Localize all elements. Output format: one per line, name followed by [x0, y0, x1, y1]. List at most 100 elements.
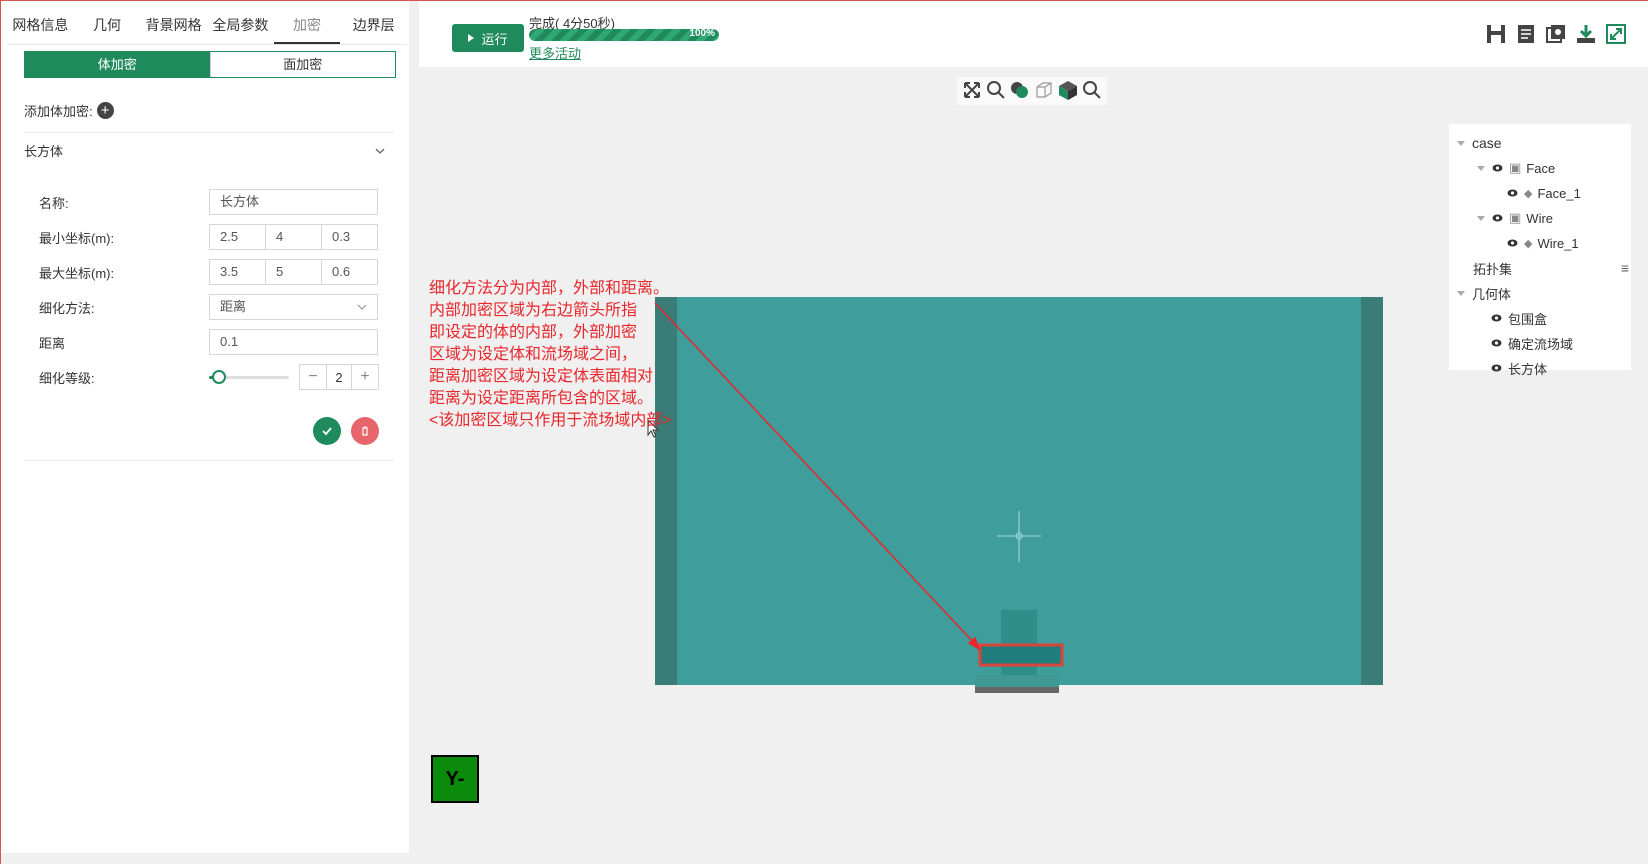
refinement-type-toggle: 体加密 面加密: [24, 51, 396, 78]
distance-field[interactable]: 0.1: [209, 329, 378, 355]
tree-label: 长方体: [1508, 361, 1548, 377]
max-x-field[interactable]: 3.5: [209, 259, 266, 285]
run-button[interactable]: 运行: [452, 24, 524, 52]
refinement-box-highlight: [978, 643, 1064, 667]
menu-icon[interactable]: ≡: [1621, 260, 1629, 276]
tree-item-wire-1[interactable]: ◆ Wire_1: [1507, 233, 1579, 253]
decrement-button[interactable]: −: [300, 365, 326, 389]
tab-mesh-info[interactable]: 网格信息: [7, 11, 74, 44]
play-icon: [468, 34, 475, 42]
body-refinement-button[interactable]: 体加密: [25, 52, 210, 77]
caret-down-icon[interactable]: [1477, 165, 1485, 171]
document-list-icon[interactable]: [1515, 23, 1537, 45]
eye-icon[interactable]: [1507, 239, 1518, 247]
section-title: 长方体: [24, 144, 64, 159]
tree-item-wire[interactable]: ▣ Wire: [1477, 208, 1553, 228]
face-refinement-button[interactable]: 面加密: [209, 52, 395, 77]
group-icon: ▣: [1509, 160, 1522, 175]
3d-viewport[interactable]: case ▣ Face ◆ Face_1 ▣ Wire ◆ Wire_1 拓扑集…: [419, 67, 1648, 853]
bottom-gutter: [1, 853, 1648, 864]
caret-down-icon[interactable]: [1457, 290, 1465, 296]
eye-icon[interactable]: [1492, 164, 1503, 172]
name-row: 名称: 长方体: [39, 189, 379, 215]
add-circle-icon[interactable]: +: [96, 102, 114, 119]
divider: [24, 132, 394, 133]
pillar-base: [975, 675, 1059, 687]
check-icon: [322, 427, 332, 436]
tree-item-face[interactable]: ▣ Face: [1477, 158, 1555, 178]
annotation-line: 距离加密区域为设定体表面相对: [429, 368, 654, 385]
chevron-down-icon: [357, 304, 367, 310]
name-label: 名称:: [39, 195, 69, 211]
distance-row: 距离 0.1: [39, 329, 379, 355]
name-field[interactable]: 长方体: [209, 189, 378, 215]
tree-item-face-1[interactable]: ◆ Face_1: [1507, 183, 1581, 203]
max-y-field[interactable]: 5: [266, 259, 322, 285]
tree-item-case[interactable]: case: [1457, 133, 1502, 153]
top-toolbar: 运行 完成( 4分50秒) 100% 更多活动: [419, 1, 1648, 67]
annotation-line: 内部加密区域为右边箭头所指: [429, 302, 638, 319]
tab-background-mesh[interactable]: 背景网格: [140, 11, 207, 44]
eye-icon[interactable]: [1492, 214, 1503, 222]
confirm-button[interactable]: [313, 417, 341, 445]
min-y-field[interactable]: 4: [266, 224, 322, 250]
caret-down-icon[interactable]: [1477, 215, 1485, 221]
panel-gutter: [409, 1, 419, 853]
chevron-down-icon[interactable]: [374, 145, 386, 157]
annotation-line: 距离为设定距离所包含的区域。: [429, 390, 654, 407]
progress-bar: 100%: [529, 29, 719, 41]
eye-icon[interactable]: [1507, 189, 1518, 197]
divider: [24, 460, 394, 461]
section-header[interactable]: 长方体: [24, 141, 386, 160]
trash-icon: [362, 426, 368, 436]
tab-geometry[interactable]: 几何: [74, 11, 141, 44]
save-icon[interactable]: [1485, 23, 1507, 45]
pillar-foot: [975, 687, 1059, 693]
tree-item-topology[interactable]: 拓扑集 ≡: [1473, 258, 1631, 278]
distance-label: 距离: [39, 335, 66, 351]
method-label: 细化方法:: [39, 300, 95, 316]
min-z-field[interactable]: 0.3: [322, 224, 378, 250]
min-x-field[interactable]: 2.5: [209, 224, 266, 250]
eye-icon[interactable]: [1491, 339, 1502, 347]
increment-button[interactable]: +: [352, 365, 378, 389]
tree-label: Face: [1526, 160, 1556, 176]
level-label: 细化等级:: [39, 370, 95, 386]
pivot-crosshair-icon: [997, 511, 1041, 562]
export-image-icon[interactable]: [1545, 23, 1567, 45]
eye-icon[interactable]: [1491, 314, 1502, 322]
max-coord-label: 最大坐标(m):: [39, 265, 115, 281]
tab-bar: 网格信息 几何 背景网格 全局参数 加密 边界层: [7, 11, 407, 45]
method-row: 细化方法: 距离: [39, 294, 379, 320]
annotation-line: <该加密区域只作用于流场域内部>: [429, 412, 672, 429]
scene-tree: case ▣ Face ◆ Face_1 ▣ Wire ◆ Wire_1 拓扑集…: [1449, 124, 1631, 377]
slider-handle[interactable]: [211, 370, 226, 384]
download-icon[interactable]: [1575, 23, 1597, 45]
tree-item-geometry[interactable]: 几何体: [1457, 283, 1511, 303]
add-body-refinement-label: 添加体加密:: [24, 104, 93, 119]
max-z-field[interactable]: 0.6: [322, 259, 378, 285]
eye-icon[interactable]: [1491, 364, 1502, 372]
progress-label: 100%: [689, 29, 715, 39]
tree-label: Face_1: [1537, 185, 1581, 201]
tab-refinement[interactable]: 加密: [273, 11, 341, 44]
tab-boundary-layer[interactable]: 边界层: [340, 11, 407, 44]
more-activities-link[interactable]: 更多活动: [529, 43, 581, 62]
max-coord-row: 最大坐标(m): 3.5 5 0.6: [39, 259, 379, 285]
tree-label: 包围盒: [1508, 311, 1548, 327]
caret-down-icon[interactable]: [1457, 140, 1465, 146]
tree-label: 拓扑集: [1473, 261, 1513, 277]
tree-item-flow-domain[interactable]: 确定流场域: [1491, 333, 1573, 353]
tree-item-cuboid[interactable]: 长方体: [1491, 358, 1547, 378]
level-slider[interactable]: [209, 364, 289, 390]
fullscreen-icon[interactable]: [1605, 23, 1627, 45]
face-icon: ◆: [1524, 187, 1533, 200]
method-select[interactable]: 距离: [209, 294, 378, 320]
tree-item-bounding-box[interactable]: 包围盒: [1491, 308, 1547, 328]
delete-button[interactable]: [351, 417, 379, 445]
level-value[interactable]: 2: [326, 365, 352, 389]
tab-global-params[interactable]: 全局参数: [207, 11, 274, 44]
axis-indicator[interactable]: Y-: [431, 755, 479, 803]
tree-label: case: [1472, 135, 1502, 151]
tree-label: 几何体: [1472, 286, 1512, 302]
